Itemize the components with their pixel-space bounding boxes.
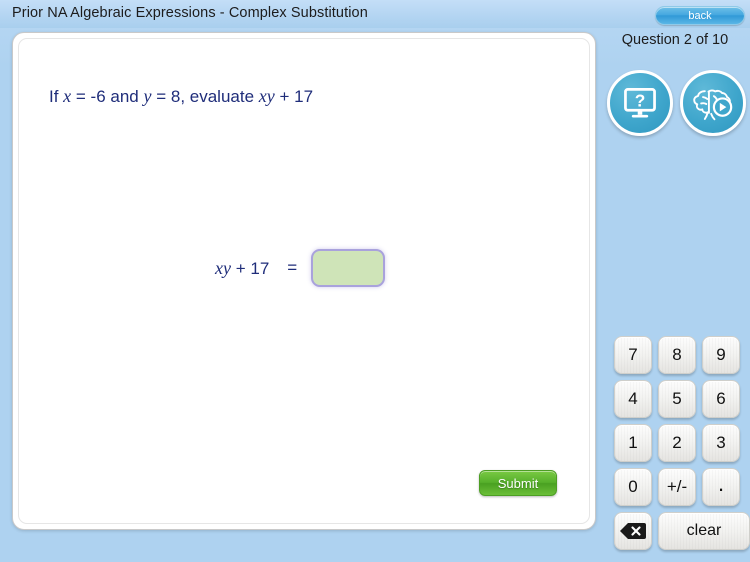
key-7[interactable]: 7 <box>614 336 652 374</box>
key-6[interactable]: 6 <box>702 380 740 418</box>
prompt-expression-tail: + 17 <box>274 87 314 106</box>
svg-text:?: ? <box>635 91 646 111</box>
clear-button[interactable]: clear <box>658 512 750 550</box>
backspace-key[interactable] <box>614 512 652 550</box>
key-1[interactable]: 1 <box>614 424 652 462</box>
key-9[interactable]: 9 <box>702 336 740 374</box>
key-3[interactable]: 3 <box>702 424 740 462</box>
page-title: Prior NA Algebraic Expressions - Complex… <box>12 5 368 21</box>
equals-sign: = <box>287 258 298 277</box>
prompt-var-x: x <box>63 86 72 106</box>
prompt-expression-var: xy <box>258 86 275 106</box>
answer-input[interactable] <box>311 249 386 287</box>
brain-video-icon[interactable] <box>680 70 746 136</box>
key-5[interactable]: 5 <box>658 380 696 418</box>
key-2[interactable]: 2 <box>658 424 696 462</box>
question-panel: If x = -6 and y = 8, evaluate xy + 17 xy… <box>12 32 596 530</box>
key-4[interactable]: 4 <box>614 380 652 418</box>
equation-tail: + 17 <box>230 258 270 278</box>
equation-row: xy + 17 = <box>215 245 386 291</box>
equation-var: xy <box>215 257 231 278</box>
prompt-given-x: = -6 and <box>71 87 144 106</box>
prompt-given-y: = 8, evaluate <box>151 87 259 106</box>
question-prompt: If x = -6 and y = 8, evaluate xy + 17 <box>49 86 313 107</box>
question-counter: Question 2 of 10 <box>621 32 729 48</box>
backspace-icon <box>615 513 651 549</box>
key-8[interactable]: 8 <box>658 336 696 374</box>
back-button[interactable]: back <box>655 6 745 25</box>
question-panel-inner: If x = -6 and y = 8, evaluate xy + 17 xy… <box>18 38 590 524</box>
prompt-prefix: If <box>49 87 64 106</box>
submit-button[interactable]: Submit <box>479 470 557 496</box>
equation-expression: xy + 17 <box>215 258 269 279</box>
help-icon[interactable]: ? <box>607 70 673 136</box>
key-sign[interactable]: +/- <box>658 468 696 506</box>
key-0[interactable]: 0 <box>614 468 652 506</box>
key-decimal[interactable]: . <box>702 468 740 506</box>
